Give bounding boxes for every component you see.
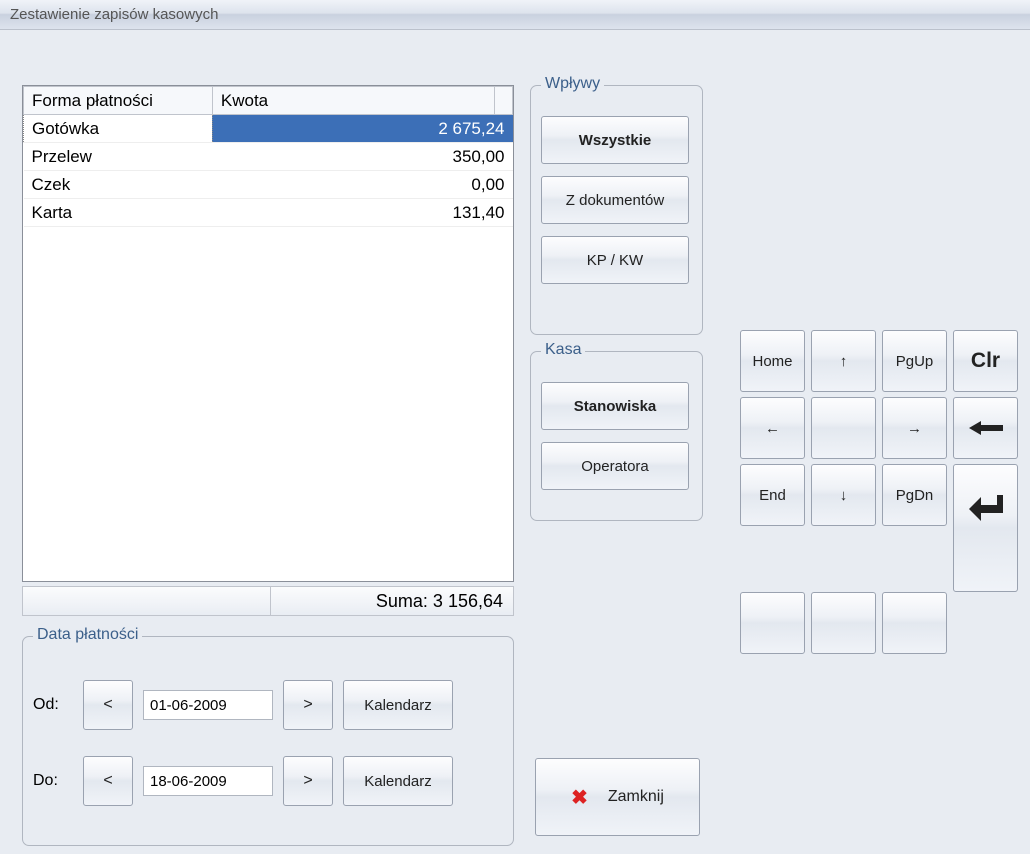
cell-forma: Przelew xyxy=(24,143,213,171)
cell-forma: Gotówka xyxy=(24,115,213,143)
column-header-forma[interactable]: Forma płatności xyxy=(24,87,213,115)
date-panel-title: Data płatności xyxy=(33,626,142,644)
cell-forma: Karta xyxy=(24,199,213,227)
date-to-calendar-button[interactable]: Kalendarz xyxy=(343,756,453,806)
date-to-label: Do: xyxy=(33,772,83,790)
cell-kwota: 0,00 xyxy=(212,171,512,199)
blank-key-bl3[interactable] xyxy=(882,592,947,654)
table-row[interactable]: Czek 0,00 xyxy=(24,171,513,199)
arrow-up-icon xyxy=(840,353,848,370)
date-from-label: Od: xyxy=(33,696,83,714)
cell-kwota: 2 675,24 xyxy=(212,115,512,143)
date-to-input[interactable]: 18-06-2009 xyxy=(143,766,273,796)
arrow-right-icon xyxy=(907,420,922,437)
window-titlebar: Zestawienie zapisów kasowych xyxy=(0,0,1030,30)
enter-key[interactable] xyxy=(953,464,1018,592)
wplywy-title: Wpływy xyxy=(541,75,604,93)
blank-center-key[interactable] xyxy=(811,397,876,459)
end-key[interactable]: End xyxy=(740,464,805,526)
cell-forma: Czek xyxy=(24,171,213,199)
arrow-down-key[interactable] xyxy=(811,464,876,526)
navigation-keypad: Home PgUp Clr End PgDn xyxy=(740,330,1024,659)
enter-icon xyxy=(969,495,1003,521)
date-from-value: 01-06-2009 xyxy=(150,697,227,714)
home-key[interactable]: Home xyxy=(740,330,805,392)
arrow-right-key[interactable] xyxy=(882,397,947,459)
kasa-title: Kasa xyxy=(541,341,585,359)
zamknij-label: Zamknij xyxy=(608,788,664,806)
table-row[interactable]: Karta 131,40 xyxy=(24,199,513,227)
backspace-icon xyxy=(969,421,1003,435)
payments-table: Forma płatności Kwota Gotówka 2 675,24 P… xyxy=(22,85,514,582)
sum-total: Suma: 3 156,64 xyxy=(271,587,513,615)
date-to-prev-button[interactable]: < xyxy=(83,756,133,806)
wplywy-panel: Wpływy Wszystkie Z dokumentów KP / KW xyxy=(530,85,703,335)
cell-kwota: 131,40 xyxy=(212,199,512,227)
sum-left-spacer xyxy=(23,587,271,615)
kasa-panel: Kasa Stanowiska Operatora xyxy=(530,351,703,521)
cell-kwota: 350,00 xyxy=(212,143,512,171)
backspace-key[interactable] xyxy=(953,397,1018,459)
date-to-value: 18-06-2009 xyxy=(150,773,227,790)
wszystkie-button[interactable]: Wszystkie xyxy=(541,116,689,164)
blank-key-bl1[interactable] xyxy=(740,592,805,654)
blank-key-bl2[interactable] xyxy=(811,592,876,654)
date-from-calendar-button[interactable]: Kalendarz xyxy=(343,680,453,730)
sum-row: Suma: 3 156,64 xyxy=(22,586,514,616)
zamknij-button[interactable]: ✖ Zamknij xyxy=(535,758,700,836)
arrow-down-icon xyxy=(840,487,848,504)
date-from-next-button[interactable]: > xyxy=(283,680,333,730)
table-row[interactable]: Przelew 350,00 xyxy=(24,143,513,171)
pgup-key[interactable]: PgUp xyxy=(882,330,947,392)
date-to-next-button[interactable]: > xyxy=(283,756,333,806)
date-from-prev-button[interactable]: < xyxy=(83,680,133,730)
pgdn-key[interactable]: PgDn xyxy=(882,464,947,526)
operatora-button[interactable]: Operatora xyxy=(541,442,689,490)
arrow-left-icon xyxy=(765,420,780,437)
date-panel: Data płatności Od: < 01-06-2009 > Kalend… xyxy=(22,636,514,846)
date-from-input[interactable]: 01-06-2009 xyxy=(143,690,273,720)
arrow-left-key[interactable] xyxy=(740,397,805,459)
arrow-up-key[interactable] xyxy=(811,330,876,392)
column-header-kwota[interactable]: Kwota xyxy=(212,87,494,115)
window-title: Zestawienie zapisów kasowych xyxy=(10,6,218,23)
close-icon: ✖ xyxy=(571,785,588,810)
kp-kw-button[interactable]: KP / KW xyxy=(541,236,689,284)
z-dokumentow-button[interactable]: Z dokumentów xyxy=(541,176,689,224)
stanowiska-button[interactable]: Stanowiska xyxy=(541,382,689,430)
clr-key[interactable]: Clr xyxy=(953,330,1018,392)
table-row[interactable]: Gotówka 2 675,24 xyxy=(24,115,513,143)
column-filler xyxy=(495,87,513,115)
